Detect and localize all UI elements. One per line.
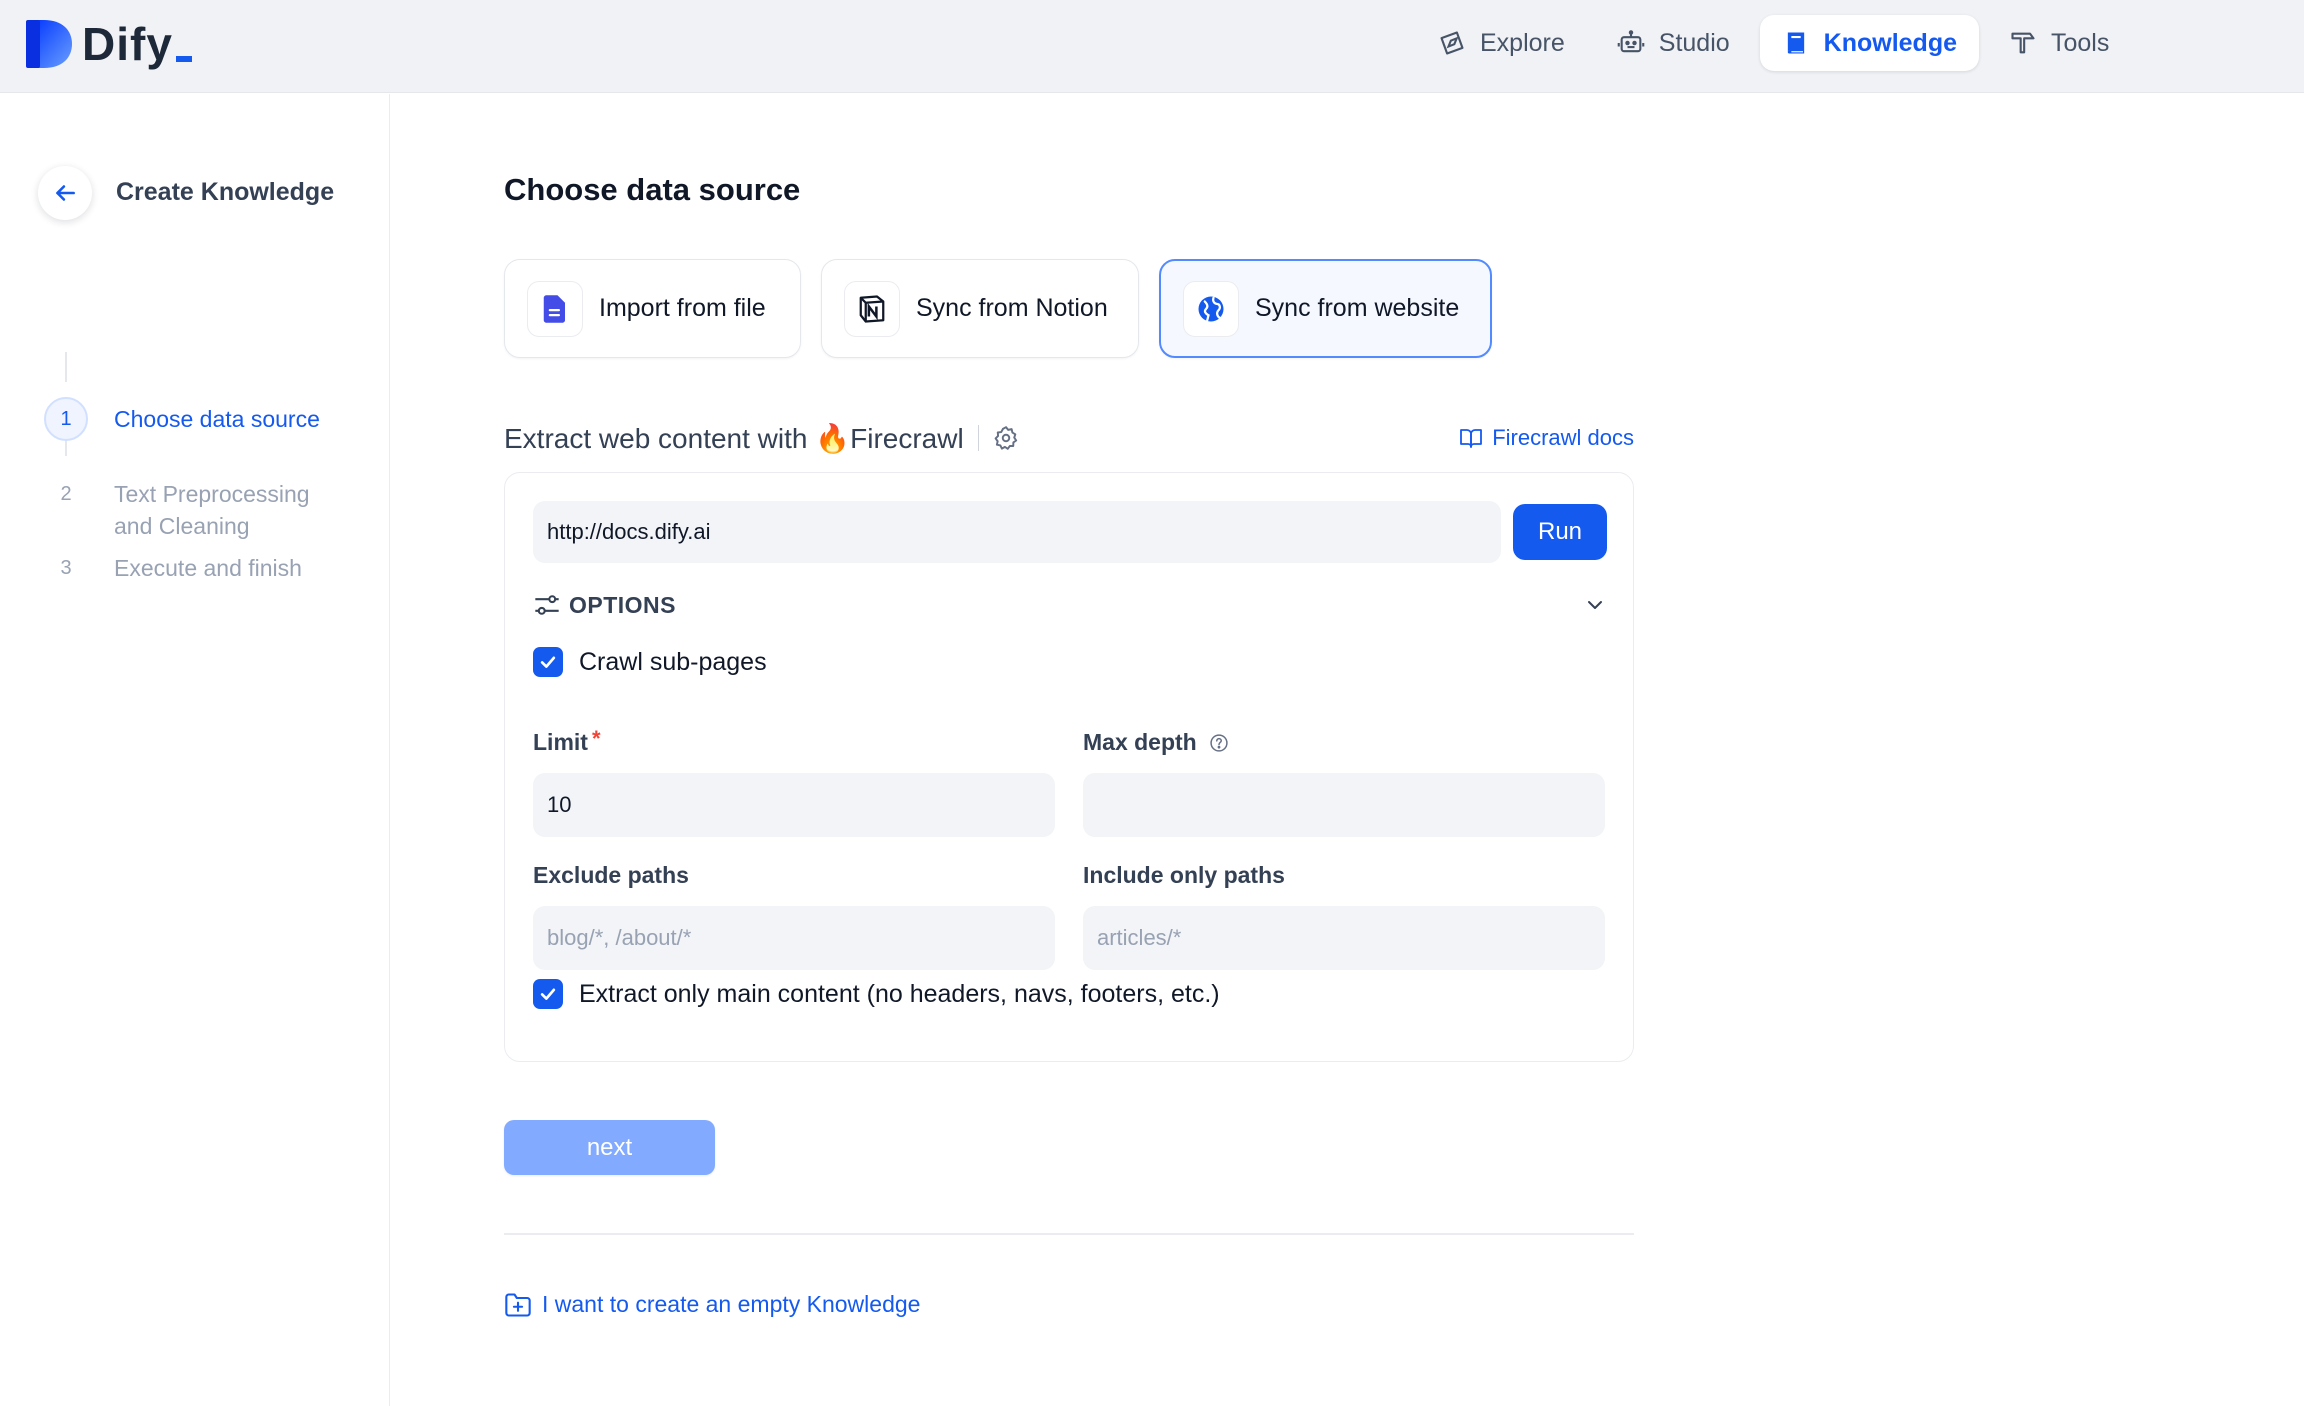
url-input[interactable]: [533, 501, 1501, 563]
check-icon: [540, 988, 556, 1000]
sidebar: Create Knowledge 1 Choose data source 2 …: [0, 94, 390, 1406]
book-icon: [1787, 32, 1804, 54]
back-button[interactable]: [38, 166, 92, 220]
globe-icon: [1183, 280, 1239, 337]
exclude-paths-input[interactable]: [533, 906, 1055, 970]
sliders-icon: [535, 595, 559, 615]
firecrawl-docs-link[interactable]: Firecrawl docs: [1458, 425, 1634, 451]
dify-logo-mark: [26, 20, 72, 68]
check-icon: [540, 656, 556, 668]
robot-icon: [1617, 30, 1645, 53]
step-label: Execute and finish: [114, 555, 302, 581]
limit-input[interactable]: [533, 773, 1055, 837]
options-toggle[interactable]: OPTIONS: [533, 585, 1607, 625]
max-depth-label: Max depth: [1083, 729, 1229, 756]
source-label: Import from file: [599, 294, 766, 322]
crawl-subpages-checkbox[interactable]: [533, 647, 563, 677]
notion-icon: [844, 280, 900, 337]
step-label: Choose data source: [114, 406, 320, 432]
step-3: 3 Execute and finish: [44, 546, 344, 590]
top-bar: Dify Explore Studio Knowledge Tools: [0, 0, 2304, 93]
arrow-left-icon: [56, 185, 75, 201]
data-source-options: Import from file Sync from Notion Sync f…: [504, 259, 1492, 358]
step-number: 2: [44, 472, 88, 516]
hammer-icon: [2011, 32, 2035, 54]
include-paths-input[interactable]: [1083, 906, 1605, 970]
run-button[interactable]: Run: [1513, 504, 1607, 560]
source-sync-notion[interactable]: Sync from Notion: [821, 259, 1139, 358]
sidebar-title: Create Knowledge: [116, 178, 335, 206]
main-content-option: Extract only main content (no headers, n…: [533, 979, 1220, 1009]
step-connector: [65, 352, 67, 382]
next-button[interactable]: next: [504, 1120, 715, 1175]
crawl-options-panel: Run OPTIONS Crawl sub-pages Limit * Max …: [504, 472, 1634, 1062]
firecrawl-header: Extract web content with 🔥Firecrawl Fire…: [504, 418, 1634, 458]
source-label: Sync from website: [1255, 294, 1460, 322]
required-mark: *: [591, 725, 601, 751]
nav-studio[interactable]: Studio: [1595, 15, 1752, 71]
nav-tools[interactable]: Tools: [1987, 15, 2131, 71]
dify-logo[interactable]: Dify: [26, 18, 192, 70]
help-circle-icon[interactable]: [1209, 733, 1229, 753]
divider: [504, 1233, 1634, 1235]
crawl-subpages-option: Crawl sub-pages: [533, 647, 767, 677]
gear-icon[interactable]: [993, 425, 1019, 451]
nav-knowledge[interactable]: Knowledge: [1759, 15, 1979, 71]
include-paths-label: Include only paths: [1083, 862, 1285, 888]
step-1: 1 Choose data source: [44, 397, 344, 441]
checkbox-label: Extract only main content (no headers, n…: [579, 979, 1220, 1008]
chevron-down-icon: [1588, 601, 1602, 609]
step-2: 2 Text Preprocessing and Cleaning: [44, 472, 344, 542]
exclude-paths-label: Exclude paths: [533, 862, 689, 888]
extract-title: Extract web content with 🔥Firecrawl: [504, 422, 964, 454]
step-label: Text Preprocessing and Cleaning: [114, 481, 310, 539]
nav-explore[interactable]: Explore: [1416, 15, 1587, 71]
book-open-icon: [1460, 429, 1483, 448]
logo-text: Dify: [82, 17, 192, 71]
source-label: Sync from Notion: [916, 294, 1108, 322]
create-empty-knowledge-link[interactable]: I want to create an empty Knowledge: [504, 1291, 920, 1318]
step-number: 3: [44, 546, 88, 590]
compass-icon: [1440, 31, 1464, 55]
file-icon: [527, 280, 583, 337]
step-number: 1: [44, 397, 88, 441]
main-content-checkbox[interactable]: [533, 979, 563, 1009]
page-title: Choose data source: [504, 172, 801, 207]
limit-label: Limit *: [533, 725, 601, 756]
source-sync-website[interactable]: Sync from website: [1159, 259, 1492, 358]
checkbox-label: Crawl sub-pages: [579, 647, 767, 676]
max-depth-input[interactable]: [1083, 773, 1605, 837]
divider: [977, 425, 980, 451]
folder-plus-icon: [505, 1292, 531, 1317]
main-nav: Explore Studio Knowledge Tools: [1416, 15, 2131, 71]
source-import-file[interactable]: Import from file: [504, 259, 801, 358]
